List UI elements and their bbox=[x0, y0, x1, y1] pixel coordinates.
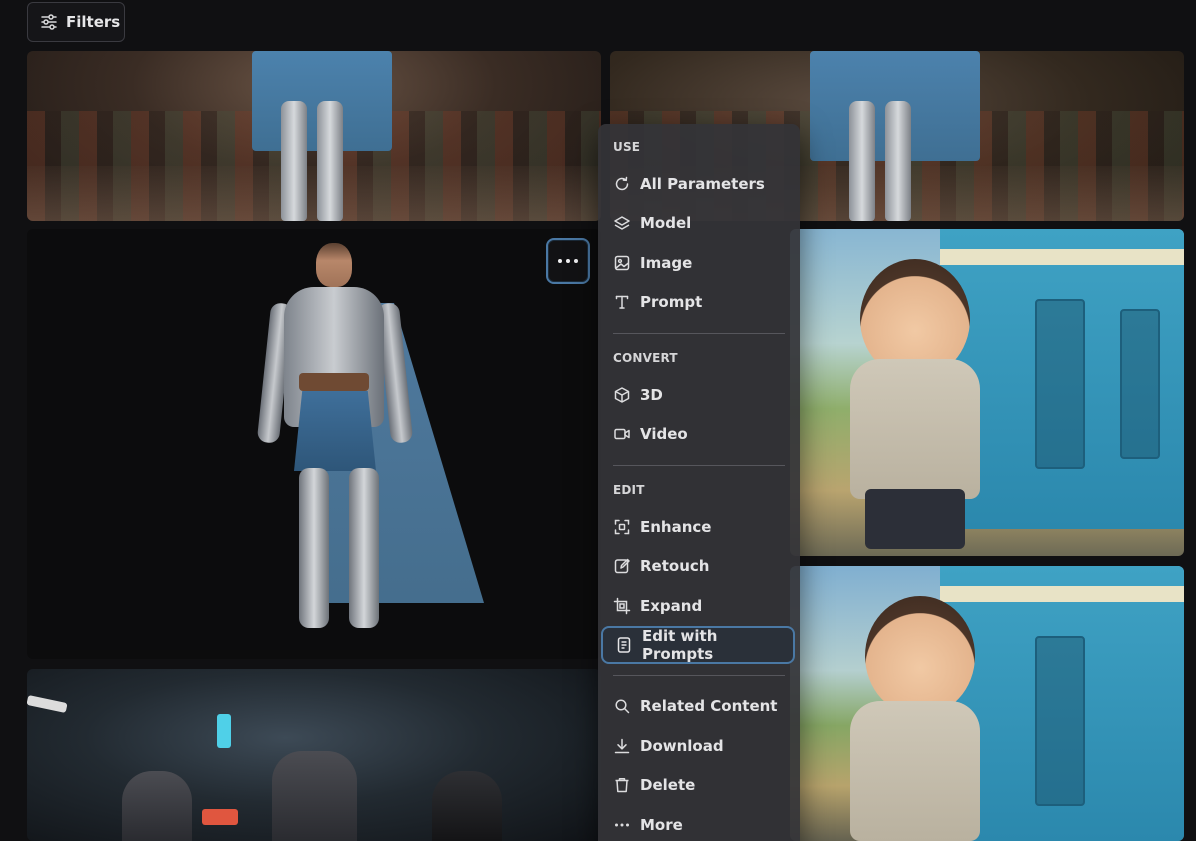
menu-item-label: Delete bbox=[640, 776, 696, 795]
ellipsis-icon bbox=[558, 259, 562, 263]
menu-item-label: All Parameters bbox=[640, 174, 765, 193]
gallery-image-anime-boy-train-2[interactable] bbox=[790, 566, 1184, 841]
menu-section-edit: EDIT Enhance Retouch Expand Edit with Pr… bbox=[598, 477, 800, 664]
menu-heading-use: USE bbox=[613, 140, 641, 154]
menu-item-model[interactable]: Model bbox=[613, 204, 788, 244]
menu-item-video[interactable]: Video bbox=[613, 415, 788, 455]
text-icon bbox=[615, 296, 629, 309]
menu-heading-edit: EDIT bbox=[613, 483, 645, 497]
menu-item-expand[interactable]: Expand bbox=[613, 586, 788, 626]
refresh-icon bbox=[615, 176, 629, 190]
menu-item-label: Retouch bbox=[640, 557, 710, 576]
image-more-options-button[interactable] bbox=[546, 238, 590, 284]
menu-item-edit-with-prompts[interactable]: Edit with Prompts bbox=[601, 625, 795, 664]
menu-item-label: Edit with Prompts bbox=[642, 626, 718, 663]
menu-item-label: Related Content bbox=[640, 697, 778, 716]
gallery-image-cyberpunk-soldiers[interactable] bbox=[27, 669, 601, 841]
trash-icon bbox=[615, 778, 629, 793]
video-icon bbox=[614, 429, 630, 440]
filters-button[interactable]: Filters bbox=[27, 2, 125, 42]
menu-heading-convert: CONVERT bbox=[613, 351, 678, 365]
menu-item-all-parameters[interactable]: All Parameters bbox=[613, 164, 788, 204]
image-knight-legs bbox=[845, 56, 915, 221]
menu-item-retouch[interactable]: Retouch bbox=[613, 547, 788, 587]
menu-item-label: Prompt bbox=[640, 293, 703, 312]
image-soldier bbox=[272, 751, 357, 841]
ellipsis-icon bbox=[615, 823, 629, 827]
image-soldier bbox=[122, 771, 192, 841]
image-context-menu: USE All Parameters Model Image Prompt CO… bbox=[598, 124, 800, 841]
menu-section-convert: CONVERT 3D Video bbox=[598, 345, 800, 454]
cube-icon bbox=[614, 387, 630, 403]
document-icon bbox=[617, 636, 631, 653]
menu-item-3d[interactable]: 3D bbox=[613, 375, 788, 415]
image-knight-figure bbox=[256, 243, 484, 633]
menu-item-image[interactable]: Image bbox=[613, 243, 788, 283]
menu-item-label: Video bbox=[640, 425, 688, 444]
gallery-image-anime-boy-train-1[interactable] bbox=[790, 229, 1184, 556]
menu-section-misc: Related Content Download Delete More bbox=[598, 687, 800, 841]
menu-item-label: Image bbox=[640, 253, 693, 272]
menu-item-label: Enhance bbox=[640, 517, 712, 536]
menu-item-label: Model bbox=[640, 214, 692, 233]
image-boy bbox=[790, 229, 990, 556]
menu-item-download[interactable]: Download bbox=[613, 726, 788, 766]
menu-item-more[interactable]: More bbox=[613, 805, 788, 841]
image-soldier bbox=[432, 771, 502, 841]
image-icon bbox=[614, 255, 630, 270]
image-boy bbox=[790, 566, 990, 841]
layers-icon bbox=[614, 216, 630, 230]
gallery-image-armored-knight-portrait[interactable] bbox=[27, 229, 601, 659]
menu-divider bbox=[613, 674, 785, 676]
menu-item-enhance[interactable]: Enhance bbox=[613, 507, 788, 547]
filters-label: Filters bbox=[66, 13, 121, 31]
menu-item-label: Download bbox=[640, 736, 724, 755]
menu-item-prompt[interactable]: Prompt bbox=[613, 283, 788, 323]
menu-item-delete[interactable]: Delete bbox=[613, 766, 788, 806]
sliders-icon bbox=[41, 14, 57, 30]
gallery-page: Filters USE All Parameters Model Image P… bbox=[0, 0, 1196, 841]
enhance-icon bbox=[614, 519, 630, 534]
menu-item-label: Expand bbox=[640, 596, 703, 615]
search-icon bbox=[615, 699, 630, 714]
menu-item-related-content[interactable]: Related Content bbox=[613, 687, 788, 727]
edit-icon bbox=[614, 559, 630, 574]
menu-divider bbox=[613, 465, 785, 466]
crop-icon bbox=[613, 597, 631, 614]
image-knight-legs bbox=[277, 56, 347, 221]
menu-item-label: More bbox=[640, 815, 683, 834]
menu-item-label: 3D bbox=[640, 385, 663, 404]
menu-section-use: USE All Parameters Model Image Prompt bbox=[598, 134, 800, 322]
download-icon bbox=[614, 738, 630, 753]
gallery-image-knight-ballroom-left[interactable] bbox=[27, 51, 601, 221]
menu-divider bbox=[613, 333, 785, 334]
